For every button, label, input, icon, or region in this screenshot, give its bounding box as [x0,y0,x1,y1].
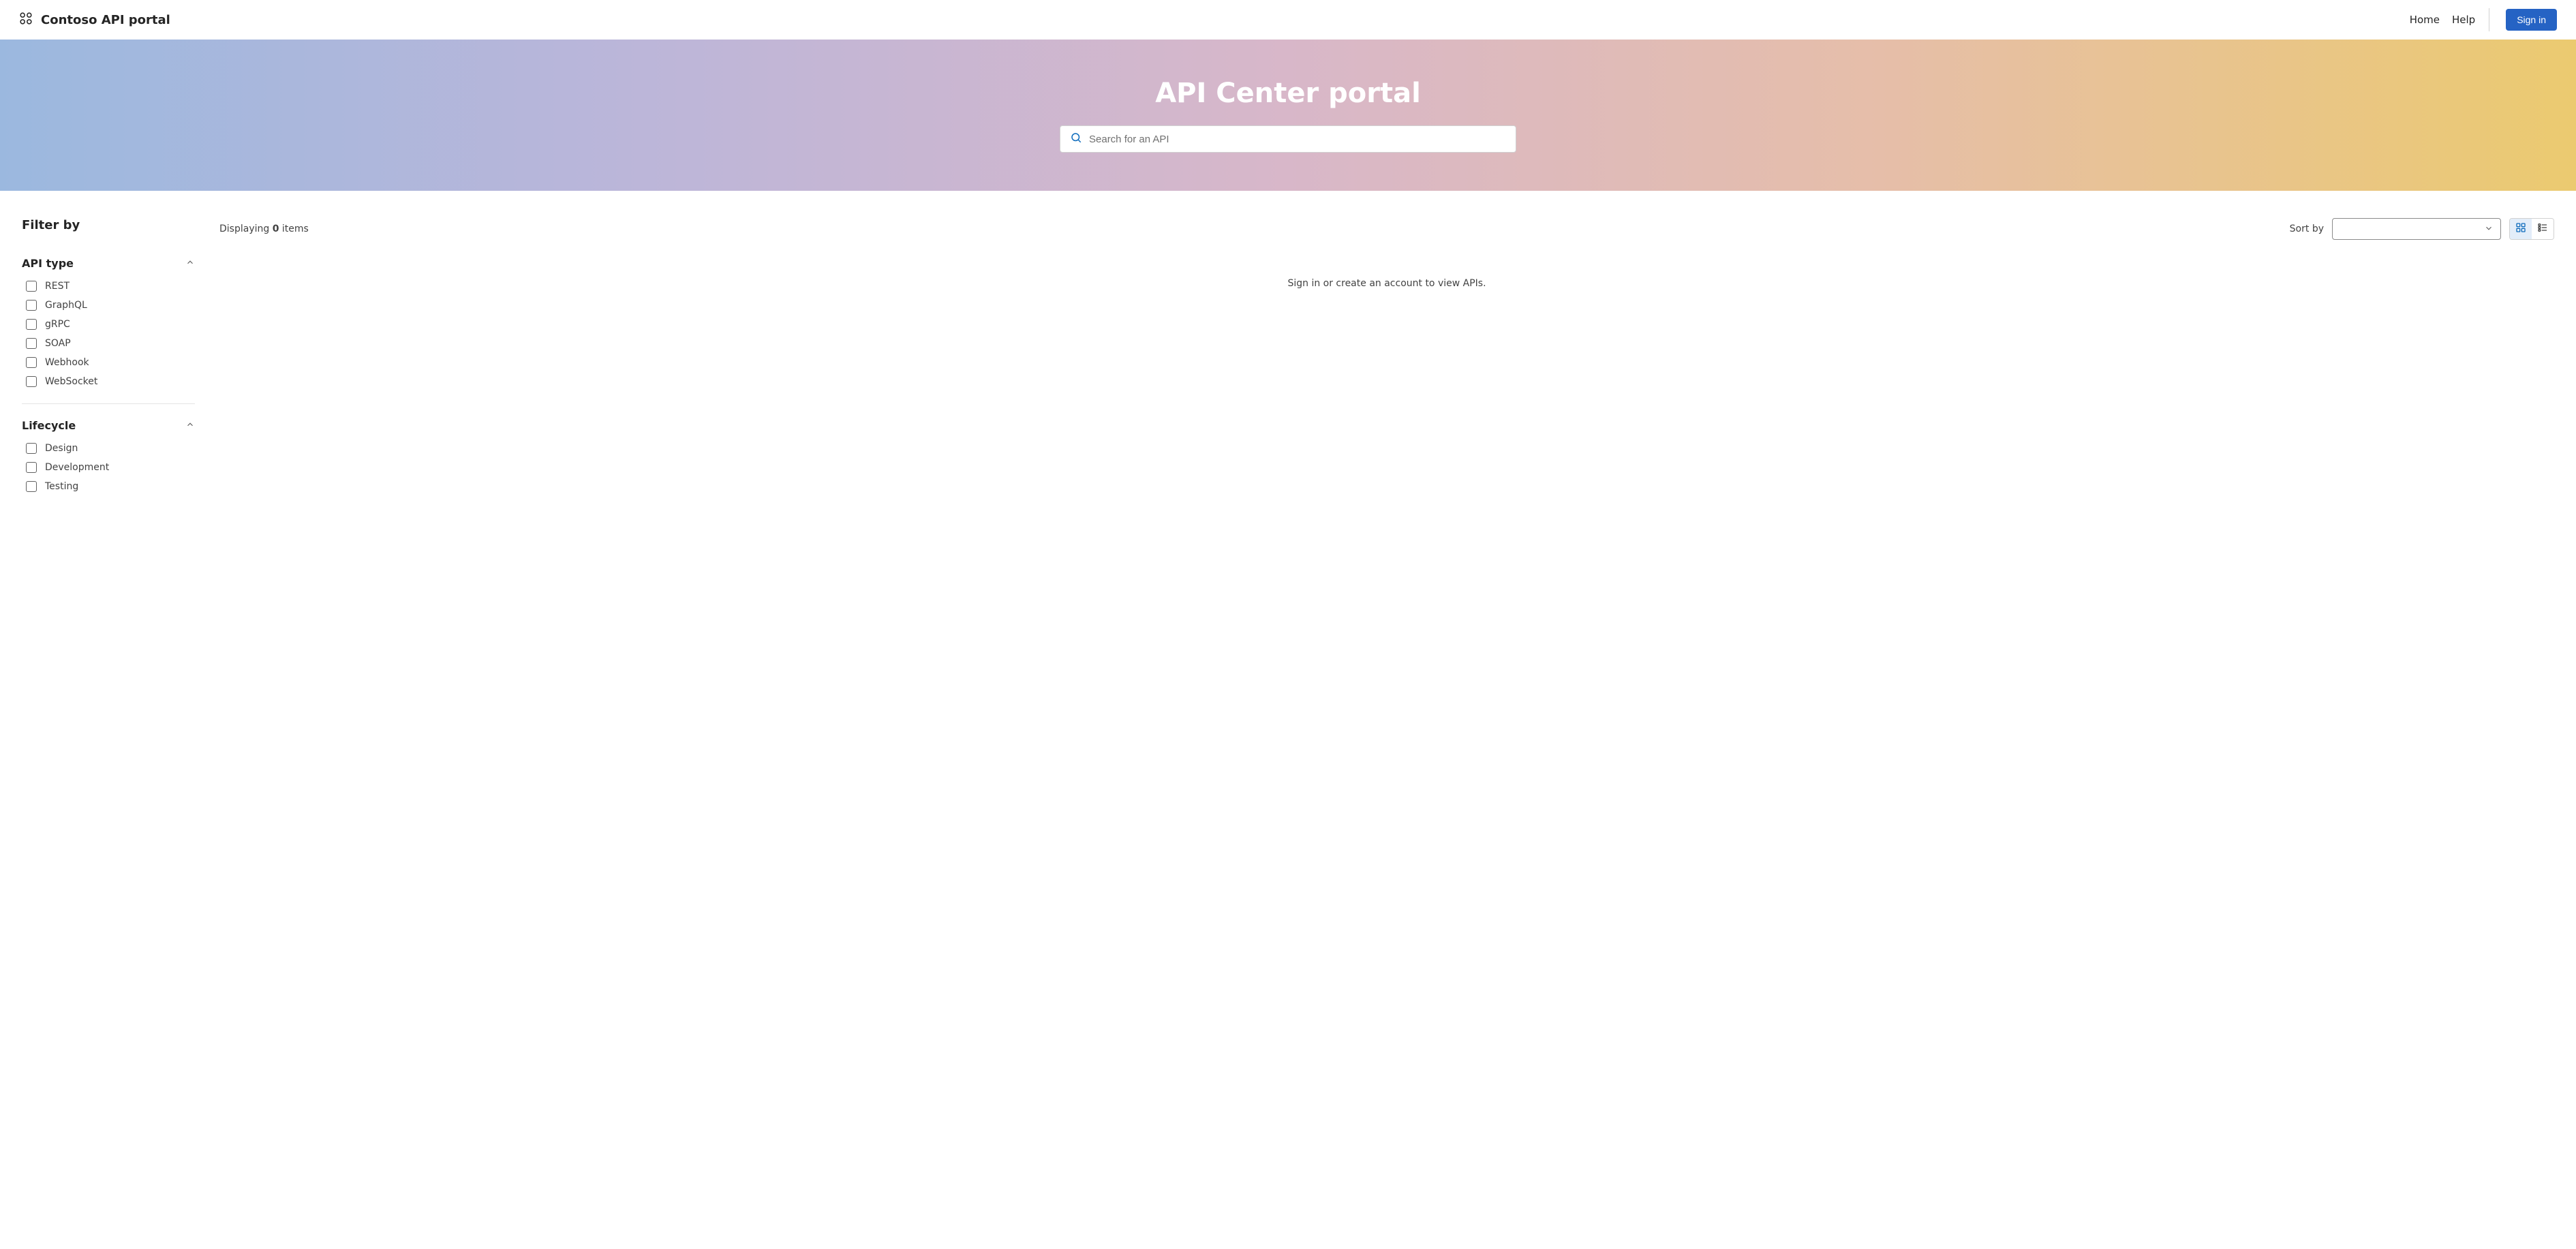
filter-option-label: Testing [45,481,78,492]
brand-icon [19,12,33,29]
filter-option-rest[interactable]: REST [26,281,195,292]
filter-group-api-type: API type REST GraphQL gRPC [22,257,195,387]
results-count-number: 0 [273,223,279,234]
checkbox-icon [26,281,37,292]
filter-option-grpc[interactable]: gRPC [26,319,195,330]
filter-group-lifecycle: Lifecycle Design Development Testing [22,419,195,492]
filter-option-label: Webhook [45,357,89,368]
filter-option-graphql[interactable]: GraphQL [26,300,195,311]
filter-option-development[interactable]: Development [26,462,195,473]
nav-home[interactable]: Home [2410,14,2440,26]
checkbox-icon [26,462,37,473]
empty-state-message: Sign in or create an account to view API… [219,278,2554,289]
hero-banner: API Center portal [0,40,2576,191]
filter-title: Filter by [22,218,195,232]
sign-in-button[interactable]: Sign in [2506,9,2557,31]
top-navigation: Contoso API portal Home Help Sign in [0,0,2576,40]
chevron-up-icon [185,257,195,270]
nav-help[interactable]: Help [2452,14,2475,26]
filter-option-label: gRPC [45,319,70,330]
checkbox-icon [26,357,37,368]
search-icon [1070,132,1082,147]
checkbox-icon [26,481,37,492]
toolbar-right: Sort by [2290,218,2554,240]
filter-options-lifecycle: Design Development Testing [22,443,195,492]
filter-option-design[interactable]: Design [26,443,195,454]
filter-option-soap[interactable]: SOAP [26,338,195,349]
filter-option-label: GraphQL [45,300,87,311]
filter-sidebar: Filter by API type REST GraphQL [22,218,195,508]
search-field[interactable] [1060,125,1516,153]
filter-head-api-type[interactable]: API type [22,257,195,270]
filter-divider [22,403,195,404]
checkbox-icon [26,338,37,349]
results-toolbar: Displaying 0 items Sort by [219,218,2554,240]
search-input[interactable] [1089,134,1506,145]
filter-head-lifecycle[interactable]: Lifecycle [22,419,195,432]
filter-option-label: Development [45,462,109,473]
chevron-down-icon [2484,223,2494,236]
list-icon [2537,222,2548,236]
top-nav-actions: Home Help Sign in [2410,8,2557,31]
filter-option-label: SOAP [45,338,71,349]
sort-select[interactable] [2332,218,2501,240]
main-content: Displaying 0 items Sort by [219,218,2554,508]
results-count: Displaying 0 items [219,223,309,234]
filter-option-label: REST [45,281,70,292]
results-count-prefix: Displaying [219,223,273,234]
sort-by-label: Sort by [2290,223,2324,234]
grid-view-button[interactable] [2510,219,2532,239]
filter-option-websocket[interactable]: WebSocket [26,376,195,387]
filter-options-api-type: REST GraphQL gRPC SOAP Webhook [22,281,195,387]
filter-head-label: Lifecycle [22,419,76,432]
hero-title: API Center portal [1155,78,1421,109]
filter-option-label: Design [45,443,78,454]
filter-option-webhook[interactable]: Webhook [26,357,195,368]
checkbox-icon [26,376,37,387]
checkbox-icon [26,300,37,311]
grid-icon [2515,222,2526,236]
view-toggle [2509,218,2554,240]
list-view-button[interactable] [2532,219,2554,239]
page-body: Filter by API type REST GraphQL [0,191,2576,508]
filter-head-label: API type [22,257,74,270]
brand: Contoso API portal [19,12,170,29]
chevron-up-icon [185,419,195,432]
checkbox-icon [26,319,37,330]
brand-title: Contoso API portal [41,13,170,27]
filter-option-testing[interactable]: Testing [26,481,195,492]
checkbox-icon [26,443,37,454]
filter-option-label: WebSocket [45,376,97,387]
results-count-suffix: items [279,223,308,234]
